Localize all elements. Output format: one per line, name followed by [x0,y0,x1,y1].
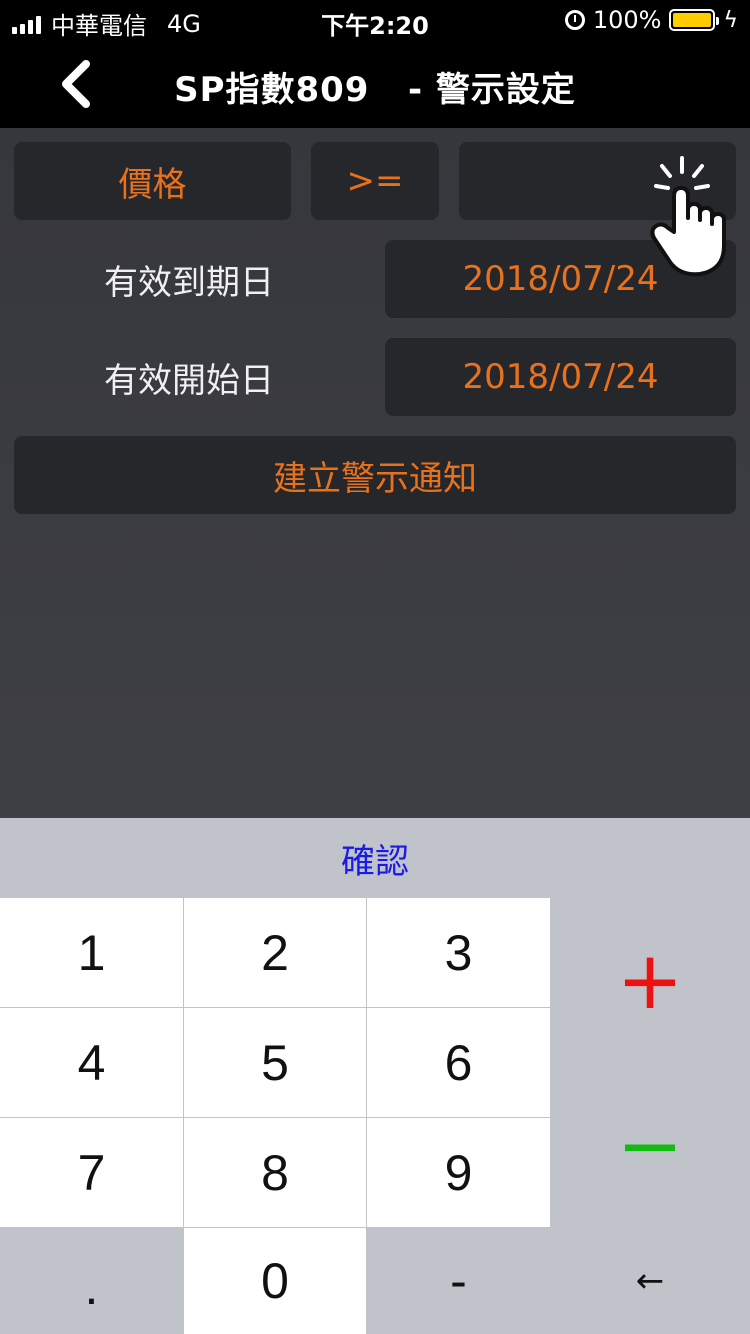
page-title: SP指數809 - 警示設定 [174,70,576,110]
key-6[interactable]: 6 [367,1008,550,1117]
battery-percent: 100% [592,6,662,34]
start-date-value: 2018/07/24 [462,357,659,397]
key-7[interactable]: 7 [0,1118,183,1227]
key-8[interactable]: 8 [184,1118,366,1227]
operator-label: >= [346,161,404,201]
create-alert-label: 建立警示通知 [273,458,477,499]
expiry-date-value: 2018/07/24 [462,259,659,299]
tap-hand-icon [650,156,726,277]
operator-selector[interactable]: >= [311,142,439,220]
key-9[interactable]: 9 [367,1118,550,1227]
status-right: 100% ϟ [564,6,738,34]
start-date-field[interactable]: 2018/07/24 [385,338,736,416]
confirm-button[interactable]: 確認 [0,818,750,898]
backspace-button[interactable]: ← [550,1228,750,1334]
minus-button[interactable]: − [550,1063,750,1228]
key-5[interactable]: 5 [184,1008,366,1117]
alarm-icon [564,10,585,30]
key-1[interactable]: 1 [0,898,183,1007]
field-selector[interactable]: 價格 [14,142,291,220]
key-decimal[interactable]: . [0,1228,183,1334]
charging-bolt-icon: ϟ [723,7,738,33]
nav-bar: SP指數809 - 警示設定 [0,40,750,128]
key-2[interactable]: 2 [184,898,366,1007]
key-0[interactable]: 0 [184,1228,366,1334]
status-bar: 中華電信 4G 下午2:20 100% ϟ [0,0,750,40]
plus-button[interactable]: + [550,898,750,1063]
key-3[interactable]: 3 [367,898,550,1007]
create-alert-button[interactable]: 建立警示通知 [14,436,736,514]
alert-settings-panel: 價格 >= 有效到期日 2018/07/24 有效開始日 2018/07/24 … [0,128,750,818]
battery-icon [669,9,720,31]
numeric-keypad: 確認 1 2 3 4 5 6 7 8 9 . 0 - + − ← [0,818,750,1334]
field-selector-label: 價格 [118,164,187,205]
key-dash[interactable]: - [367,1228,550,1334]
start-date-label: 有效開始日 [104,360,274,401]
expiry-date-label: 有效到期日 [104,262,274,303]
key-4[interactable]: 4 [0,1008,183,1117]
